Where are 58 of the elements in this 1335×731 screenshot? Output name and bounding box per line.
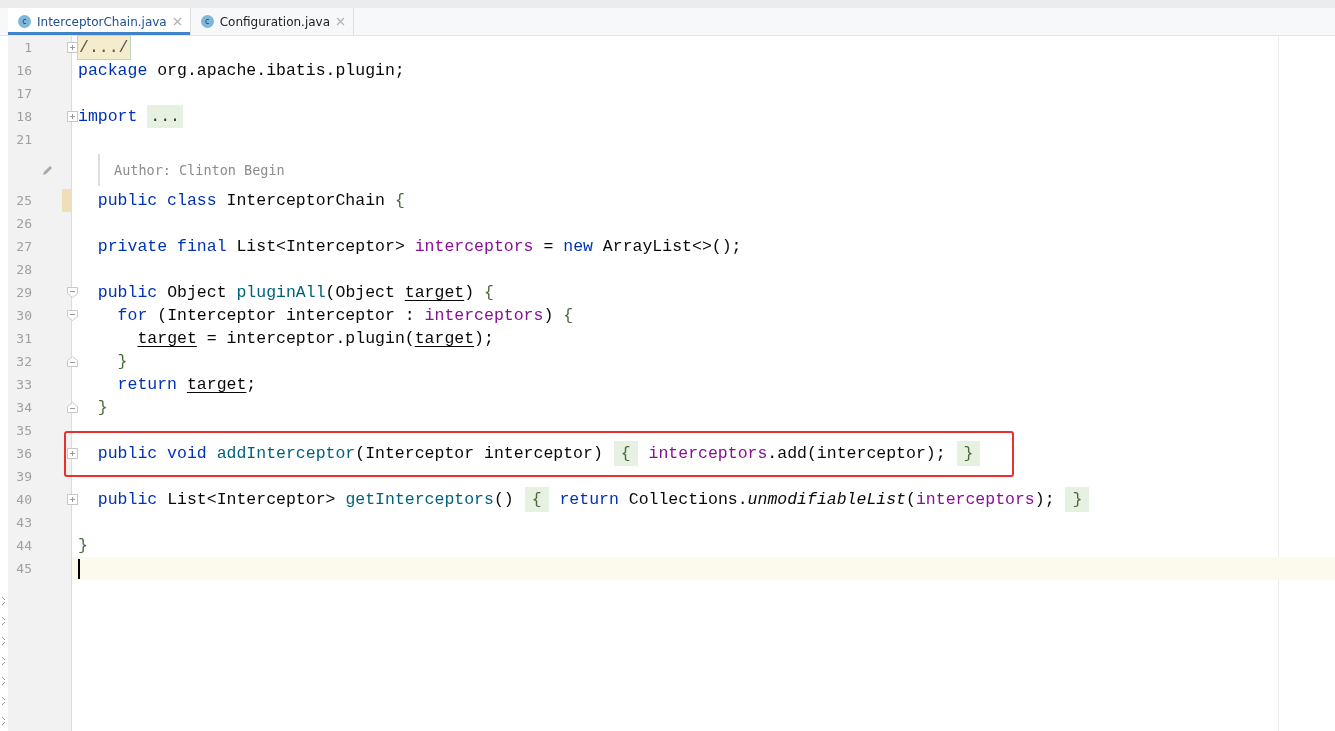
line-number: 30 [16, 308, 32, 323]
line-number: 18 [16, 109, 32, 124]
chevron-icon [1, 656, 7, 666]
code-line: public Object pluginAll(Object target) { [96, 283, 494, 302]
line-number: 32 [16, 354, 32, 369]
line-number: 36 [16, 446, 32, 461]
line-number: 21 [16, 132, 32, 147]
chevron-icon [1, 696, 7, 706]
chevron-icon [1, 596, 7, 606]
line-number: 39 [16, 469, 32, 484]
pencil-icon[interactable] [40, 163, 54, 177]
code-line: import ... [78, 107, 184, 126]
code-line: } [116, 352, 128, 371]
line-number: 1 [24, 40, 32, 55]
line-number: 16 [16, 63, 32, 78]
chevron-icon [1, 616, 7, 626]
code-line: private final List<Interceptor> interceptors = new ArrayList<>(); [96, 237, 742, 256]
expand-icon[interactable] [67, 42, 78, 53]
line-number: 40 [16, 492, 32, 507]
line-number: 43 [16, 515, 32, 530]
line-number: 27 [16, 239, 32, 254]
line-number: 33 [16, 377, 32, 392]
line-number: 31 [16, 331, 32, 346]
expand-icon[interactable] [67, 111, 78, 122]
code-line: public List<Interceptor> getInterceptors() { return Collections.unmodifiableList(interceptors); } [78, 490, 1091, 509]
code-line: for (Interceptor interceptor : interceptors) { [116, 306, 574, 325]
close-icon[interactable] [336, 17, 346, 26]
class-icon: c [200, 15, 214, 28]
text-caret [78, 558, 80, 579]
class-icon: c [18, 15, 31, 28]
line-number: 34 [16, 400, 32, 415]
line-number: 28 [16, 262, 32, 277]
code-line: return target; [116, 375, 257, 394]
editor-tab[interactable]: c InterceptorChain.java [8, 8, 191, 35]
line-number: 29 [16, 285, 32, 300]
collapse-icon[interactable] [67, 402, 78, 413]
line-number: 45 [16, 561, 32, 576]
expand-icon[interactable] [67, 448, 78, 459]
code-line: public class InterceptorChain { [96, 191, 405, 210]
chevron-icon [1, 676, 7, 686]
doc-comment: Author: Clinton Begin [98, 154, 285, 186]
code-line: target = interceptor.plugin(target); [136, 329, 494, 348]
line-number: 17 [16, 86, 32, 101]
line-number: 25 [16, 193, 32, 208]
code-line: } [78, 536, 88, 555]
collapse-icon[interactable] [67, 310, 78, 321]
collapse-icon[interactable] [67, 287, 78, 298]
code-line: } [96, 398, 108, 417]
chevron-icon [1, 636, 7, 646]
line-number: 26 [16, 216, 32, 231]
close-icon[interactable] [172, 17, 182, 26]
code-line: package org.apache.ibatis.plugin; [78, 61, 405, 80]
line-number: 35 [16, 423, 32, 438]
chevron-icon [1, 716, 7, 726]
collapse-icon[interactable] [67, 356, 78, 367]
code-line: public void addInterceptor(Interceptor interceptor) { interceptors.add(interceptor); } [78, 444, 982, 463]
expand-icon[interactable] [67, 494, 78, 505]
line-number: 44 [16, 538, 32, 553]
